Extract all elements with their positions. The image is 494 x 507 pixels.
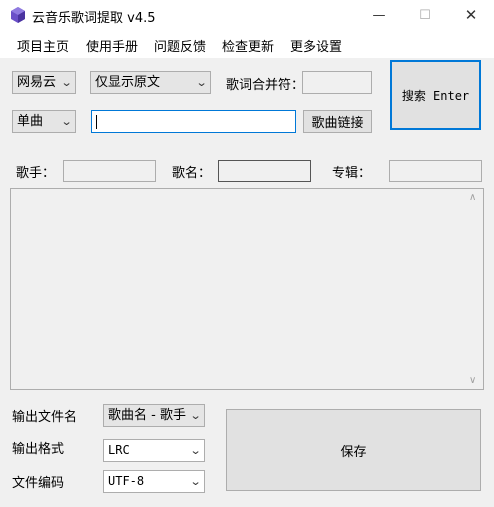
lyrics-scrollbar[interactable]: ∧ ∨: [466, 189, 483, 389]
song-link-label: 歌曲链接: [311, 116, 364, 131]
file-encoding-value: UTF-8: [108, 474, 145, 488]
maximize-icon: ☐: [419, 7, 431, 23]
save-button-label: 保存: [340, 444, 367, 460]
source-select-value: 网易云: [17, 75, 57, 90]
chevron-down-icon: ⌄: [189, 409, 202, 422]
output-filename-select[interactable]: 歌曲名 - 歌手 ⌄: [103, 404, 205, 427]
output-filename-value: 歌曲名 - 歌手: [108, 408, 186, 423]
close-button[interactable]: ✕: [448, 0, 494, 30]
output-format-label: 输出格式: [12, 442, 65, 457]
minimize-icon: —: [372, 7, 386, 23]
output-format-select[interactable]: LRC ⌄: [103, 439, 205, 462]
menu-check-update[interactable]: 检查更新: [222, 36, 274, 55]
search-button[interactable]: 搜索 Enter: [390, 60, 481, 130]
display-mode-value: 仅显示原文: [95, 75, 161, 90]
chevron-down-icon: ⌄: [60, 115, 73, 128]
chevron-down-icon: ⌄: [189, 475, 202, 488]
minimize-button[interactable]: —: [356, 0, 402, 30]
scroll-down-icon[interactable]: ∨: [469, 375, 476, 386]
window-title: 云音乐歌词提取 v4.5: [32, 11, 156, 26]
chevron-down-icon: ⌄: [60, 76, 73, 89]
file-encoding-select[interactable]: UTF-8 ⌄: [103, 470, 205, 493]
scroll-up-icon[interactable]: ∧: [469, 192, 476, 203]
merge-separator-input[interactable]: [302, 71, 372, 94]
song-name-field: [218, 160, 311, 182]
artist-field: [63, 160, 156, 182]
search-type-select[interactable]: 单曲 ⌄: [12, 110, 76, 133]
close-icon: ✕: [464, 6, 478, 24]
menu-user-manual[interactable]: 使用手册: [86, 36, 138, 55]
album-label: 专辑：: [332, 166, 372, 181]
file-encoding-label: 文件编码: [12, 476, 65, 491]
maximize-button[interactable]: ☐: [402, 0, 448, 30]
album-field: [389, 160, 482, 182]
search-input[interactable]: [91, 110, 296, 133]
menu-project-home[interactable]: 项目主页: [17, 36, 69, 55]
artist-label: 歌手：: [16, 166, 56, 181]
menu-feedback[interactable]: 问题反馈: [154, 36, 206, 55]
output-filename-label: 输出文件名: [12, 410, 78, 425]
song-link-button[interactable]: 歌曲链接: [303, 110, 372, 133]
lyrics-textarea[interactable]: ∧ ∨: [10, 188, 484, 390]
save-button[interactable]: 保存: [226, 409, 481, 491]
chevron-down-icon: ⌄: [189, 444, 202, 457]
merge-separator-label: 歌词合并符：: [226, 78, 305, 93]
source-select[interactable]: 网易云 ⌄: [12, 71, 76, 94]
menu-bar: 项目主页 使用手册 问题反馈 检查更新 更多设置: [0, 30, 494, 58]
search-type-value: 单曲: [17, 114, 44, 129]
song-name-label: 歌名：: [172, 166, 212, 181]
title-bar: 云音乐歌词提取 v4.5 — ☐ ✕: [0, 0, 494, 30]
output-format-value: LRC: [108, 443, 130, 457]
display-mode-select[interactable]: 仅显示原文 ⌄: [90, 71, 211, 94]
app-logo-icon: [11, 7, 25, 23]
search-button-label: 搜索 Enter: [401, 88, 470, 103]
menu-more-settings[interactable]: 更多设置: [290, 36, 342, 55]
chevron-down-icon: ⌄: [195, 76, 208, 89]
text-cursor: [96, 115, 97, 129]
